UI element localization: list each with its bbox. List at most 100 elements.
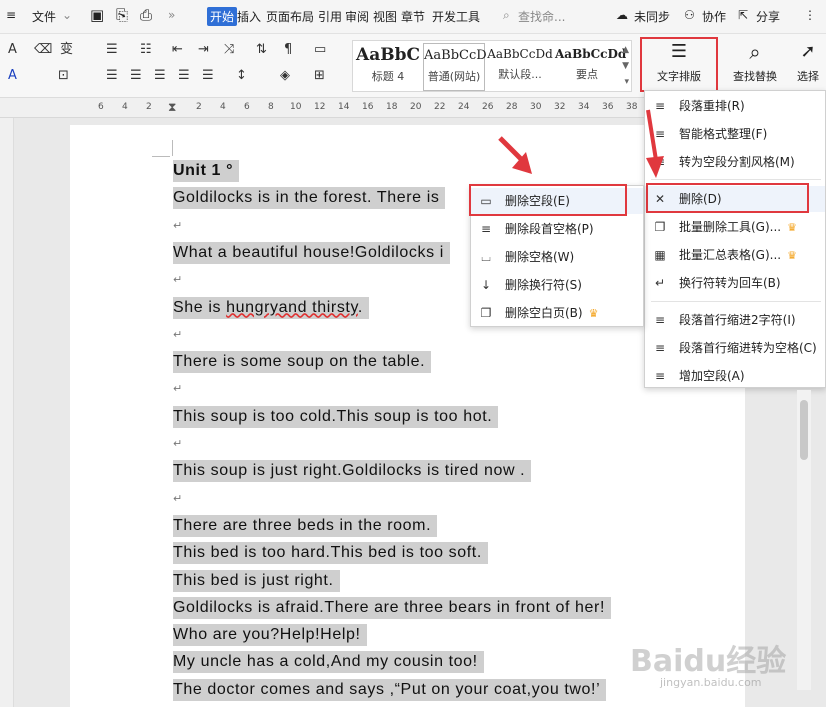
shading-icon[interactable]: ◈: [280, 68, 290, 84]
document-line[interactable]: This soup is just right.Goldilocks is ti…: [173, 460, 532, 483]
align-center-icon[interactable]: ☰: [130, 68, 142, 84]
style-default-para[interactable]: AaBbCcDd 默认段...: [487, 43, 553, 91]
tab-references[interactable]: 引用: [318, 8, 342, 25]
menu-item-batch-summary[interactable]: ▦ 批量汇总表格(G)... ♛: [645, 242, 825, 268]
submenu-item-delete-space[interactable]: ⌴ 删除空格(W): [471, 244, 643, 270]
menu-item-batch-delete[interactable]: ❐ 批量删除工具(G)... ♛: [645, 214, 825, 240]
distribute-icon[interactable]: ☰: [202, 68, 214, 84]
cloud-icon[interactable]: ☁: [616, 8, 628, 22]
document-line[interactable]: Goldilocks is afraid.There are three bea…: [173, 596, 612, 619]
export-icon[interactable]: ⎘: [116, 6, 128, 24]
indent-marker-icon[interactable]: ⧗: [168, 100, 176, 115]
vertical-ruler[interactable]: [0, 118, 14, 707]
document-line[interactable]: My uncle has a cold,And my cousin too!: [173, 651, 484, 674]
paragraph-mark: ↵: [173, 437, 183, 450]
ruler-tick: 30: [530, 102, 542, 112]
document-line[interactable]: This bed is too hard.This bed is too sof…: [173, 542, 488, 565]
document-line[interactable]: Who are you?Help!Help!: [173, 624, 367, 647]
document-line[interactable]: This soup is too cold.This soup is too h…: [173, 405, 499, 428]
menu-item-smart-format[interactable]: ≡ 智能格式整理(F): [645, 121, 825, 147]
ruler-tick: 24: [458, 102, 470, 112]
gallery-scroll-down-icon[interactable]: ▼: [622, 61, 629, 71]
style-normal-web[interactable]: AaBbCcD 普通(网站): [423, 43, 487, 91]
save-icon[interactable]: ▣: [90, 6, 104, 24]
find-replace-button[interactable]: ⌕ 查找替换: [724, 42, 786, 90]
font-size-icon[interactable]: A: [8, 42, 17, 58]
font-color-icon[interactable]: A: [8, 68, 17, 84]
ruler-tick: 38: [626, 102, 638, 112]
document-line[interactable]: Unit 1 °: [173, 160, 240, 182]
align-left-icon[interactable]: ☰: [106, 68, 118, 84]
phonetic-icon[interactable]: 变: [60, 42, 73, 58]
scrollbar-thumb[interactable]: [800, 400, 808, 460]
batch-delete-icon: ❐: [654, 220, 666, 234]
numbered-list-icon[interactable]: ☷: [140, 42, 152, 58]
menu-item-indent-to-space[interactable]: ≡ 段落首行缩进转为空格(C): [645, 335, 825, 361]
text-layout-highlight: [640, 37, 718, 92]
tab-home[interactable]: 开始: [207, 7, 238, 26]
style-heading-4[interactable]: AaBbC 标题 4: [355, 43, 421, 91]
sort-icon[interactable]: ⇅: [256, 42, 267, 58]
paragraph-mark: ↵: [173, 382, 183, 396]
tab-chapter[interactable]: 章节: [401, 8, 425, 25]
tab-page-layout[interactable]: 页面布局: [266, 8, 314, 25]
justify-icon[interactable]: ☰: [178, 68, 190, 84]
line-spacing-icon[interactable]: ↕: [236, 68, 247, 84]
more-icon[interactable]: »: [168, 8, 175, 22]
submenu-item-delete-leading-space[interactable]: ≡ 删除段首空格(P): [471, 216, 643, 242]
file-menu[interactable]: 文件: [32, 8, 56, 25]
decrease-indent-icon[interactable]: ⇤: [172, 42, 183, 58]
tab-developer[interactable]: 开发工具: [432, 8, 480, 25]
submenu-item-delete-blank-page[interactable]: ❐ 删除空白页(B) ♛: [471, 300, 643, 326]
document-line[interactable]: The doctor comes and says ,“Put on your …: [173, 678, 607, 701]
menu-icon[interactable]: ≡: [6, 8, 16, 22]
chevron-down-icon[interactable]: ⌄: [62, 8, 72, 22]
document-line[interactable]: This bed is just right.: [173, 569, 340, 592]
share-button[interactable]: 分享: [756, 8, 780, 25]
gallery-scroll-up-icon[interactable]: ▲: [622, 45, 629, 55]
menu-item-newline-to-enter[interactable]: ↵ 换行符转为回车(B): [645, 270, 825, 296]
text-layout-menu: ≡ 段落重排(R) ≡ 智能格式整理(F) ≡ 转为空段分割风格(M) ✕ 删除…: [644, 90, 826, 388]
document-line[interactable]: She is hungryand thirsty.: [173, 296, 369, 319]
search-icon[interactable]: ⌕: [503, 8, 510, 23]
sync-status[interactable]: 未同步: [634, 8, 670, 25]
text-direction-icon[interactable]: ⤨: [224, 42, 234, 58]
char-border-icon[interactable]: ⊡: [58, 68, 69, 84]
tab-view[interactable]: 视图: [373, 8, 397, 25]
increase-indent-icon[interactable]: ⇥: [198, 42, 209, 58]
menu-item-indent-2-chars[interactable]: ≡ 段落首行缩进2字符(I): [645, 307, 825, 333]
eraser-icon[interactable]: ⌫: [34, 42, 52, 58]
align-right-icon[interactable]: ☰: [154, 68, 166, 84]
tab-review[interactable]: 审阅: [345, 8, 369, 25]
borders-icon[interactable]: ⊞: [314, 68, 325, 84]
document-line[interactable]: Goldilocks is in the forest. There is: [173, 187, 446, 210]
bullet-list-icon[interactable]: ☰: [106, 42, 118, 58]
style-key-point[interactable]: AaBbCcDd 要点: [555, 43, 626, 91]
ruler-tick: 12: [314, 102, 326, 112]
collab-button[interactable]: 协作: [702, 8, 726, 25]
gallery-expand-icon[interactable]: ▾: [624, 77, 629, 87]
menu-item-add-blank-para[interactable]: ≡ 增加空段(A): [645, 363, 825, 389]
margin-corner-mark: [172, 140, 173, 156]
paragraph-mark: ↵: [173, 491, 183, 505]
title-bar: ≡ 文件 ⌄ ▣ ⎘ ⎙ » 开始 插入 页面布局 引用 审阅 视图 章节 开发…: [0, 0, 826, 34]
document-line[interactable]: There are three beds in the room.: [173, 514, 438, 537]
submenu-item-delete-linebreak[interactable]: ↓ 删除换行符(S): [471, 272, 643, 298]
menu-item-paragraph-rearrange[interactable]: ≡ 段落重排(R): [645, 93, 825, 119]
style-gallery: AaBbC 标题 4 AaBbCcD 普通(网站) AaBbCcDd 默认段..…: [352, 40, 632, 92]
document-line[interactable]: There is some soup on the table.: [173, 351, 432, 374]
menu-item-split-style[interactable]: ≡ 转为空段分割风格(M): [645, 149, 825, 175]
vertical-scrollbar[interactable]: [797, 390, 811, 690]
show-marks-icon[interactable]: ¶: [284, 42, 292, 58]
print-icon[interactable]: ⎙: [140, 6, 152, 24]
newline-to-enter-icon: ↵: [654, 276, 666, 290]
more-options-icon[interactable]: ⋮: [804, 8, 816, 22]
tab-insert[interactable]: 插入: [237, 8, 261, 25]
select-button[interactable]: ➚ 选择: [790, 42, 826, 90]
paragraph-rearrange-icon: ≡: [654, 99, 666, 113]
search-input[interactable]: 查找命...: [518, 8, 565, 25]
collab-icon[interactable]: ⚇: [684, 8, 695, 22]
share-icon[interactable]: ⇱: [738, 8, 748, 22]
ruler-toggle-icon[interactable]: ▭: [314, 42, 326, 58]
document-line[interactable]: What a beautiful house!Goldilocks i: [173, 241, 450, 264]
